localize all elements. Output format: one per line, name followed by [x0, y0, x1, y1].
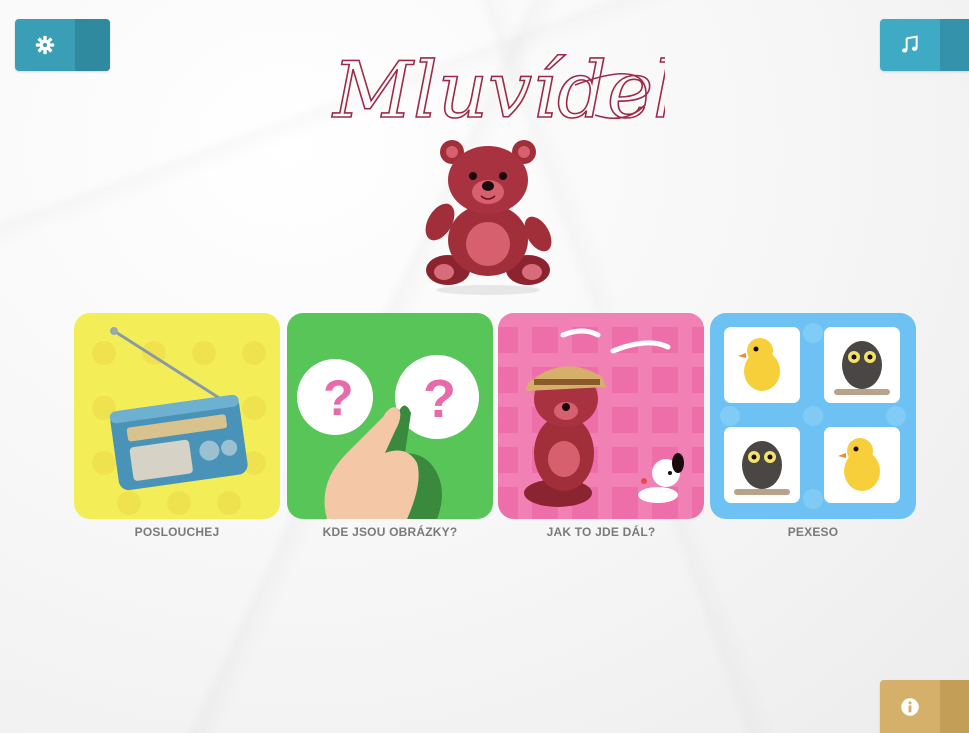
info-button[interactable] [880, 680, 969, 733]
memory-tile-owl [824, 327, 900, 403]
memory-tile-chick [824, 427, 900, 503]
activity-card-continue[interactable] [498, 313, 704, 519]
app-logo: Mluvídek [330, 45, 665, 137]
activity-card-pictures[interactable]: ? ? [287, 313, 493, 519]
activity-card-listen[interactable] [74, 313, 280, 519]
hand-pointing-icon: ? ? [297, 355, 479, 519]
memory-tile-chick [724, 327, 800, 403]
info-icon [901, 697, 919, 716]
gear-icon [35, 35, 55, 55]
activity-label-memory: PEXESO [787, 525, 839, 539]
memory-tile-owl [724, 427, 800, 503]
activity-card-memory[interactable] [710, 313, 916, 519]
settings-button[interactable] [15, 19, 110, 71]
svg-text:?: ? [423, 369, 456, 429]
music-button[interactable] [880, 19, 969, 71]
app-title: Mluvídek [331, 46, 665, 136]
music-note-icon [901, 35, 918, 53]
bear-mascot-illustration [425, 140, 552, 295]
activity-label-continue: JAK TO JDE DÁL? [546, 525, 656, 539]
activity-label-pictures: KDE JSOU OBRÁZKY? [322, 525, 458, 539]
bear-with-dog-icon [498, 313, 704, 519]
activity-label-listen: POSLOUCHEJ [134, 525, 220, 539]
svg-text:?: ? [323, 370, 354, 426]
memory-cards-icon [720, 323, 906, 509]
radio-icon [92, 327, 266, 515]
